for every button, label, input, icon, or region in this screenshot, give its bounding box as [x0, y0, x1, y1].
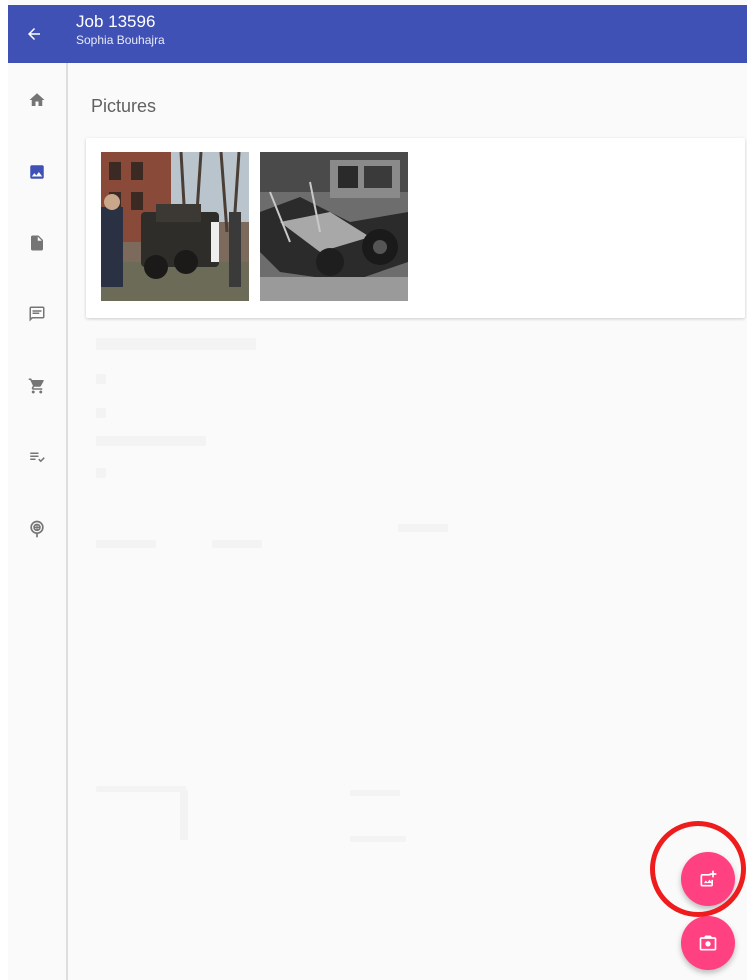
nav-item-home[interactable]: [8, 80, 66, 120]
ghost-dot: [96, 468, 106, 478]
nav-rail: [8, 63, 68, 980]
ghost-dot: [96, 408, 106, 418]
page-title: Job 13596: [76, 12, 156, 31]
ghost-line: [96, 436, 206, 446]
ghost-line: [180, 790, 188, 840]
ghost-line: [398, 524, 448, 532]
nav-item-location[interactable]: [8, 509, 66, 549]
cart-icon: [28, 378, 44, 394]
ghost-dot: [96, 374, 106, 384]
home-icon: [29, 93, 45, 106]
section-title: Pictures: [91, 96, 157, 116]
ghost-line: [96, 786, 186, 792]
nav-item-cart[interactable]: [8, 366, 66, 406]
street-car-photo: [101, 152, 249, 301]
ghost-line: [350, 790, 400, 796]
image-icon: [30, 165, 44, 179]
checklist-icon: [30, 452, 45, 463]
nav-item-checklist[interactable]: [8, 437, 66, 477]
pictures-card: [86, 138, 745, 318]
arrow-back-icon: [28, 28, 40, 40]
app-bar: Job 13596 Sophia Bouhajra: [8, 5, 747, 63]
nav-item-pictures[interactable]: [8, 152, 66, 192]
customer-name: Sophia Bouhajra: [76, 33, 165, 47]
wrecked-car-photo: [260, 152, 408, 301]
camera-button[interactable]: [681, 916, 735, 970]
nav-item-messages[interactable]: [8, 294, 66, 334]
ghost-line: [96, 338, 256, 350]
ghost-line: [350, 836, 406, 842]
ghost-line: [212, 540, 262, 548]
camera-icon: [699, 935, 717, 951]
nav-item-documents[interactable]: [8, 223, 66, 263]
message-icon: [29, 306, 45, 322]
app-window: Job 13596 Sophia Bouhajra Pictures: [0, 0, 747, 980]
app-bar-titles: Job 13596 Sophia Bouhajra: [76, 11, 165, 48]
page-edge: [0, 0, 8, 980]
add-photo-button[interactable]: [681, 852, 735, 906]
document-icon: [31, 235, 43, 251]
location-icon: [30, 520, 44, 538]
ghost-line: [96, 540, 156, 548]
back-button[interactable]: [20, 20, 48, 48]
picture-thumbnail-street-car[interactable]: [101, 152, 249, 301]
add-photo-icon: [700, 870, 717, 887]
picture-thumbnail-wrecked-car[interactable]: [260, 152, 408, 301]
